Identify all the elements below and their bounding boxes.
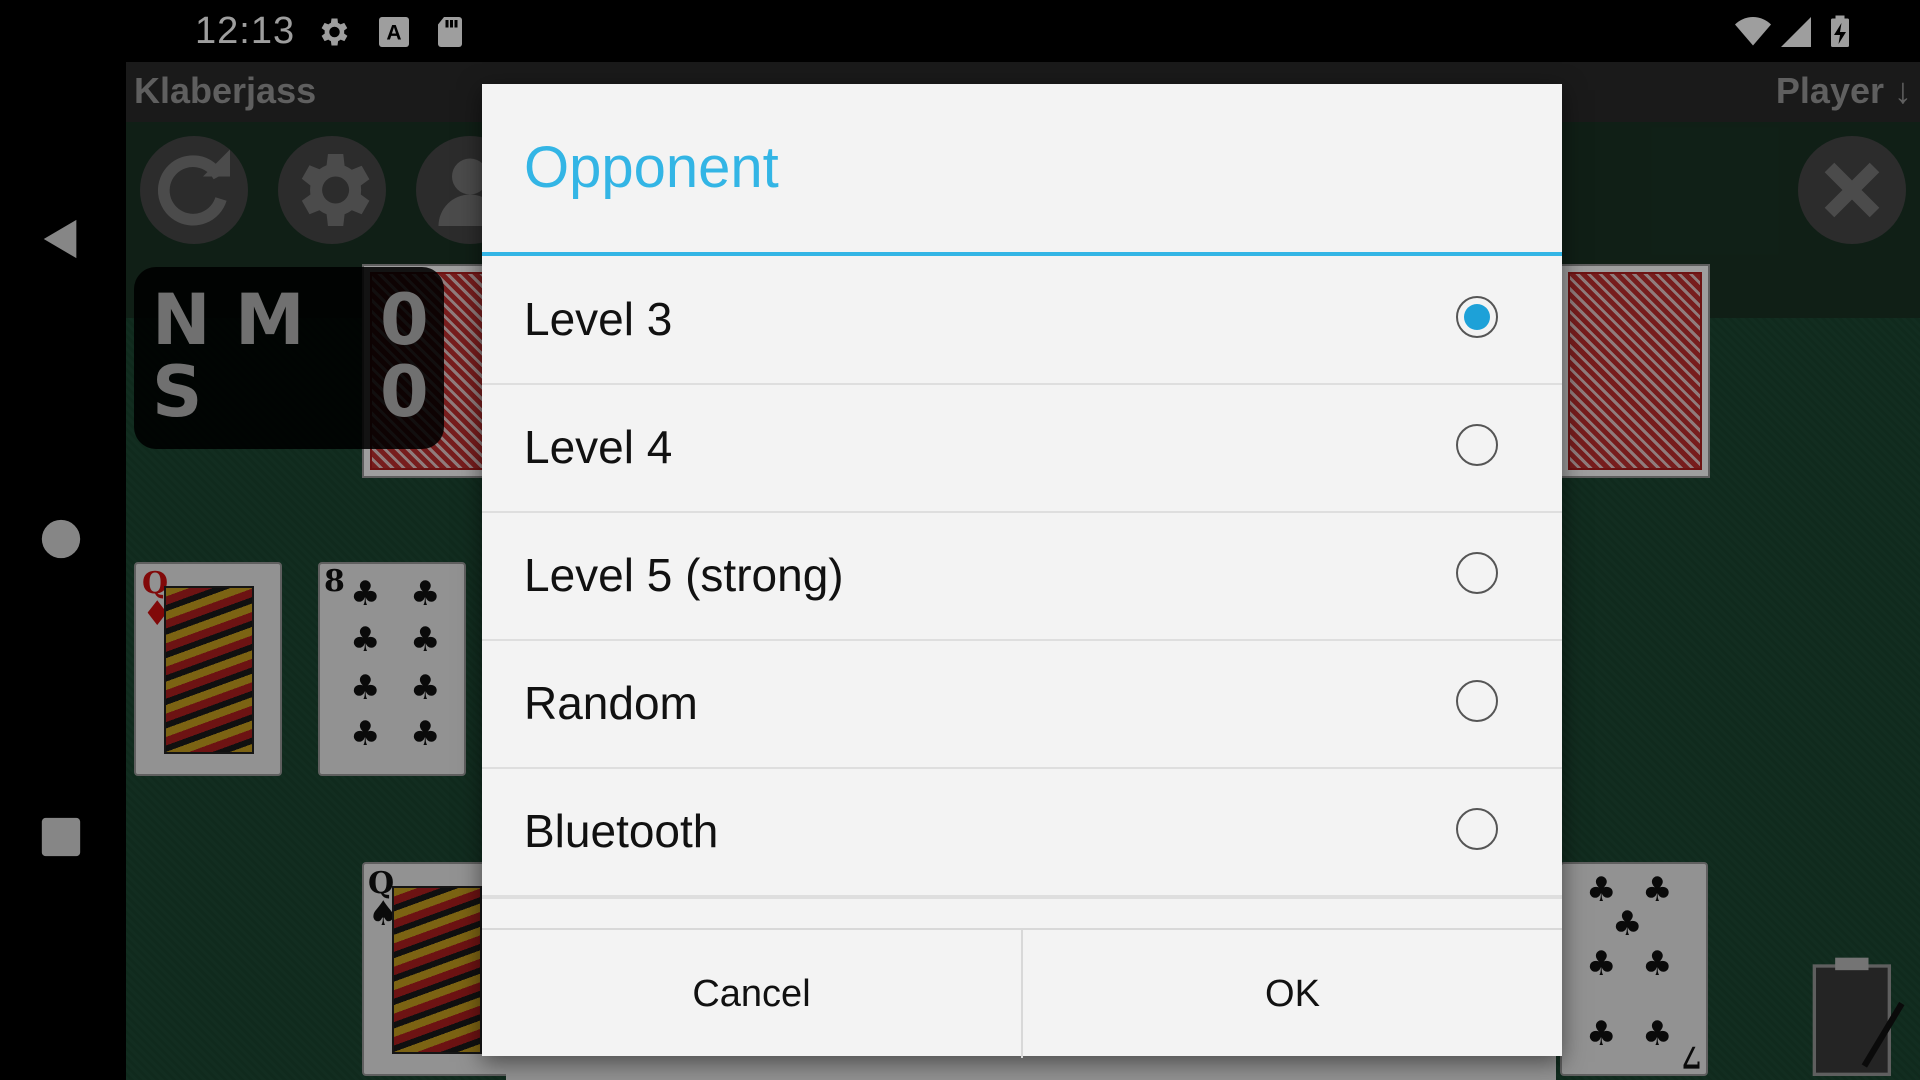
option-label: Bluetooth — [524, 805, 719, 857]
option-label: Level 3 — [524, 293, 673, 345]
option-random[interactable]: Random — [482, 640, 1562, 769]
option-level-3[interactable]: Level 3 — [482, 256, 1562, 385]
radio-button[interactable] — [1456, 680, 1498, 722]
option-level-5[interactable]: Level 5 (strong) — [482, 512, 1562, 641]
option-bluetooth[interactable]: Bluetooth — [482, 768, 1562, 897]
dialog-title: Opponent — [524, 135, 779, 200]
radio-button-selected[interactable] — [1456, 296, 1498, 338]
option-label: Random — [524, 677, 698, 729]
opponent-dialog: Opponent Level 3 Level 4 Level 5 (strong… — [482, 84, 1562, 1058]
option-list-overflow — [482, 897, 1562, 930]
radio-button[interactable] — [1456, 808, 1498, 850]
dialog-button-bar: Cancel OK — [482, 928, 1562, 1058]
option-label: Level 5 (strong) — [524, 549, 844, 601]
ok-button[interactable]: OK — [1023, 930, 1562, 1058]
radio-button[interactable] — [1456, 552, 1498, 594]
option-level-4[interactable]: Level 4 — [482, 384, 1562, 513]
option-label: Level 4 — [524, 421, 673, 473]
cancel-button[interactable]: Cancel — [482, 930, 1021, 1058]
radio-button[interactable] — [1456, 424, 1498, 466]
